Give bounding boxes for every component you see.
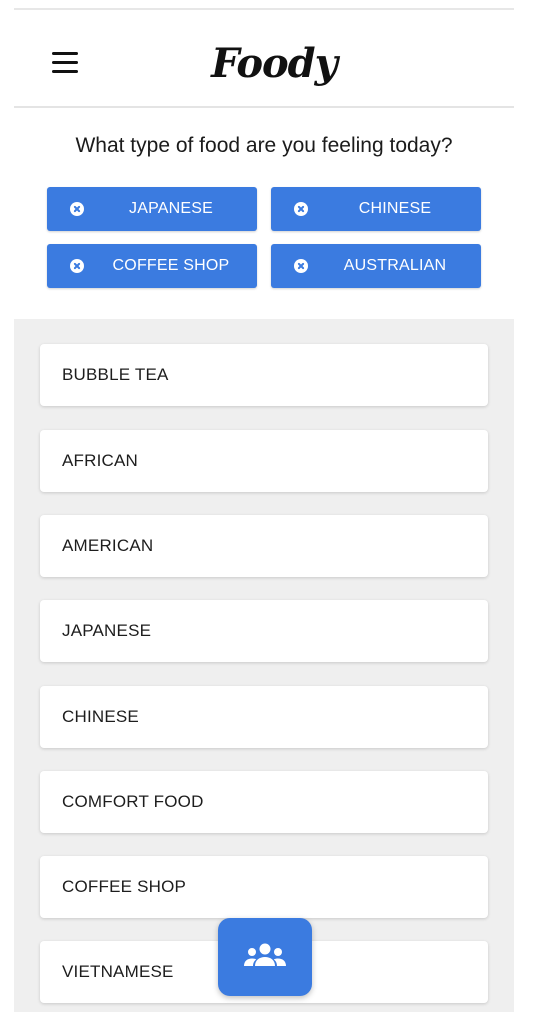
cuisine-item-african[interactable]: AFRICAN [40, 430, 488, 492]
chip-coffee-shop[interactable]: COFFEE SHOP [47, 244, 257, 288]
remove-circle-icon[interactable] [70, 259, 84, 273]
cuisine-label: JAPANESE [62, 621, 152, 640]
remove-circle-icon[interactable] [70, 202, 84, 216]
cuisine-label: CHINESE [62, 707, 139, 726]
app-logo: Foody [211, 40, 338, 87]
cuisine-item-japanese[interactable]: JAPANESE [40, 600, 488, 662]
cuisine-list: BUBBLE TEA AFRICAN AMERICAN JAPANESE CHI… [14, 319, 514, 1012]
remove-circle-icon[interactable] [294, 202, 308, 216]
cuisine-label: AFRICAN [62, 451, 139, 470]
group-users-icon [244, 943, 286, 966]
chip-japanese[interactable]: JAPANESE [47, 187, 257, 231]
chip-label: AUSTRALIAN [343, 257, 447, 274]
cuisine-item-coffee-shop[interactable]: COFFEE SHOP [40, 856, 488, 918]
cuisine-label: COMFORT FOOD [62, 792, 204, 811]
cuisine-label: BUBBLE TEA [62, 365, 169, 384]
cuisine-label: COFFEE SHOP [62, 877, 187, 896]
chip-australian[interactable]: AUSTRALIAN [271, 244, 481, 288]
chip-label: JAPANESE [129, 200, 213, 217]
cuisine-label: AMERICAN [62, 536, 154, 555]
group-action-button[interactable] [218, 918, 312, 996]
cuisine-item-bubble-tea[interactable]: BUBBLE TEA [40, 344, 488, 406]
app-header: Foody [14, 10, 514, 108]
cuisine-item-american[interactable]: AMERICAN [40, 515, 488, 577]
cuisine-item-chinese[interactable]: CHINESE [40, 686, 488, 748]
cuisine-item-comfort-food[interactable]: COMFORT FOOD [40, 771, 488, 833]
remove-circle-icon[interactable] [294, 259, 308, 273]
hamburger-menu-icon[interactable] [52, 52, 78, 74]
food-question: What type of food are you feeling today? [75, 134, 453, 157]
chip-chinese[interactable]: CHINESE [271, 187, 481, 231]
chip-label: COFFEE SHOP [112, 257, 230, 274]
app-screen: Foody What type of food are you feeling … [14, 8, 514, 1012]
chip-label: CHINESE [358, 200, 432, 217]
cuisine-label: VIETNAMESE [62, 962, 174, 981]
